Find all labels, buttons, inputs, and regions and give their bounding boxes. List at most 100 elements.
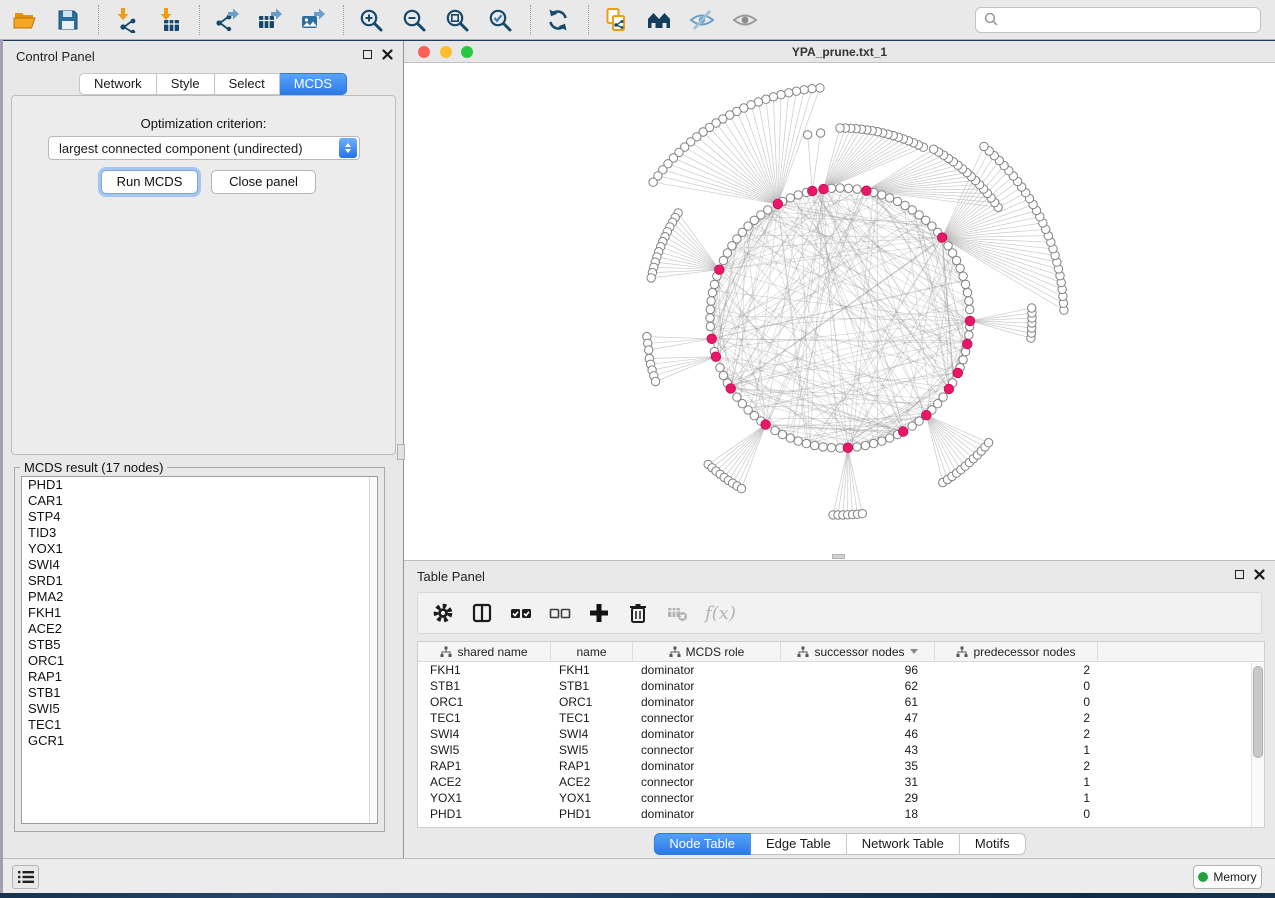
mcds-result-item[interactable]: GCR1 bbox=[22, 733, 377, 749]
network-node[interactable] bbox=[836, 124, 844, 132]
network-node[interactable] bbox=[716, 364, 724, 372]
memory-button[interactable]: Memory bbox=[1193, 865, 1262, 889]
mcds-result-item[interactable]: PHD1 bbox=[22, 477, 377, 493]
mcds-hub-node[interactable] bbox=[726, 384, 736, 394]
network-node[interactable] bbox=[893, 197, 901, 205]
table-cell[interactable]: ORC1 bbox=[551, 694, 633, 710]
zoom-selected-icon[interactable] bbox=[487, 7, 513, 33]
mcds-result-item[interactable]: PMA2 bbox=[22, 589, 377, 605]
network-node[interactable] bbox=[647, 274, 655, 282]
network-node[interactable] bbox=[1028, 304, 1036, 312]
table-cell[interactable]: 0 bbox=[935, 678, 1098, 694]
zoom-fit-icon[interactable] bbox=[444, 7, 470, 33]
table-row[interactable]: ACE2ACE2connector311 bbox=[418, 774, 1251, 790]
network-node[interactable] bbox=[963, 288, 971, 296]
mcds-hub-node[interactable] bbox=[707, 334, 717, 344]
mcds-hub-node[interactable] bbox=[773, 199, 783, 209]
show-all-icon[interactable] bbox=[732, 7, 758, 33]
column-header-mcds-role[interactable]: MCDS role bbox=[633, 642, 781, 661]
network-node[interactable] bbox=[886, 194, 894, 202]
table-cell[interactable]: 0 bbox=[935, 694, 1098, 710]
zoom-out-icon[interactable] bbox=[401, 7, 427, 33]
mcds-result-item[interactable]: YOX1 bbox=[22, 541, 377, 557]
table-cell[interactable]: 1 bbox=[935, 742, 1098, 758]
network-node[interactable] bbox=[959, 272, 967, 280]
table-settings-icon[interactable] bbox=[432, 602, 454, 624]
network-node[interactable] bbox=[792, 87, 800, 95]
zoom-in-icon[interactable] bbox=[358, 7, 384, 33]
select-all-rows-icon[interactable] bbox=[510, 602, 532, 624]
network-node[interactable] bbox=[800, 86, 808, 94]
table-cell[interactable]: connector bbox=[633, 742, 781, 758]
network-node[interactable] bbox=[785, 89, 793, 97]
table-cell[interactable]: 43 bbox=[781, 742, 935, 758]
column-header-name[interactable]: name bbox=[551, 642, 633, 661]
table-cell[interactable]: 47 bbox=[781, 710, 935, 726]
network-node[interactable] bbox=[651, 377, 659, 385]
refresh-icon[interactable] bbox=[545, 7, 571, 33]
close-panel-button[interactable]: Close panel bbox=[211, 170, 316, 194]
mcds-result-item[interactable]: FKH1 bbox=[22, 605, 377, 621]
mcds-result-item[interactable]: TID3 bbox=[22, 525, 377, 541]
table-row[interactable]: STB1STB1dominator620 bbox=[418, 678, 1251, 694]
mcds-list-scrollbar[interactable] bbox=[369, 477, 377, 823]
show-columns-icon[interactable] bbox=[471, 602, 493, 624]
hide-selected-icon[interactable] bbox=[689, 7, 715, 33]
network-node[interactable] bbox=[710, 280, 718, 288]
column-header-predecessor-nodes[interactable]: predecessor nodes bbox=[935, 642, 1098, 661]
network-node[interactable] bbox=[708, 288, 716, 296]
table-cell[interactable]: 2 bbox=[935, 662, 1098, 678]
table-cell[interactable]: dominator bbox=[633, 678, 781, 694]
network-node[interactable] bbox=[786, 194, 794, 202]
table-cell[interactable]: 1 bbox=[935, 774, 1098, 790]
network-node[interactable] bbox=[836, 184, 844, 192]
table-cell[interactable]: ACE2 bbox=[551, 774, 633, 790]
mcds-hub-node[interactable] bbox=[761, 420, 771, 430]
table-cell[interactable]: 62 bbox=[781, 678, 935, 694]
network-node[interactable] bbox=[861, 441, 869, 449]
table-row[interactable]: YOX1YOX1connector291 bbox=[418, 790, 1251, 806]
tab-select[interactable]: Select bbox=[215, 73, 280, 95]
tab-node-table[interactable]: Node Table bbox=[653, 833, 751, 855]
network-node[interactable] bbox=[966, 305, 974, 313]
table-cell[interactable]: SWI4 bbox=[418, 726, 551, 742]
table-cell[interactable]: YOX1 bbox=[418, 790, 551, 806]
network-node[interactable] bbox=[869, 439, 877, 447]
network-node[interactable] bbox=[707, 297, 715, 305]
mcds-hub-node[interactable] bbox=[965, 316, 975, 326]
network-node[interactable] bbox=[816, 129, 824, 137]
table-cell[interactable]: 2 bbox=[935, 710, 1098, 726]
network-node[interactable] bbox=[878, 191, 886, 199]
table-cell[interactable]: PHD1 bbox=[418, 806, 551, 822]
table-cell[interactable]: dominator bbox=[633, 726, 781, 742]
float-panel-icon[interactable] bbox=[363, 50, 372, 59]
table-cell[interactable]: 29 bbox=[781, 790, 935, 806]
mcds-hub-node[interactable] bbox=[819, 184, 829, 194]
mcds-result-item[interactable]: TEC1 bbox=[22, 717, 377, 733]
table-cell[interactable]: dominator bbox=[633, 806, 781, 822]
table-cell[interactable]: TEC1 bbox=[551, 710, 633, 726]
table-cell[interactable]: 2 bbox=[935, 758, 1098, 774]
network-node[interactable] bbox=[980, 142, 988, 150]
export-table-icon[interactable] bbox=[257, 7, 283, 33]
mcds-hub-node[interactable] bbox=[715, 265, 725, 275]
table-cell[interactable]: dominator bbox=[633, 758, 781, 774]
mcds-hub-node[interactable] bbox=[843, 443, 853, 453]
network-node[interactable] bbox=[819, 443, 827, 451]
tab-network-table[interactable]: Network Table bbox=[847, 833, 960, 855]
delete-column-icon[interactable] bbox=[627, 602, 649, 624]
table-cell[interactable]: ORC1 bbox=[418, 694, 551, 710]
mcds-result-item[interactable]: SWI5 bbox=[22, 701, 377, 717]
close-panel-icon[interactable] bbox=[382, 49, 393, 60]
table-cell[interactable]: 18 bbox=[781, 806, 935, 822]
table-row[interactable]: TEC1TEC1connector472 bbox=[418, 710, 1251, 726]
tab-motifs[interactable]: Motifs bbox=[960, 833, 1026, 855]
table-cell[interactable]: dominator bbox=[633, 694, 781, 710]
deselect-all-rows-icon[interactable] bbox=[549, 602, 571, 624]
network-node[interactable] bbox=[827, 444, 835, 452]
import-network-icon[interactable] bbox=[113, 7, 139, 33]
mcds-hub-node[interactable] bbox=[898, 427, 908, 437]
mcds-result-item[interactable]: RAP1 bbox=[22, 669, 377, 685]
mcds-result-item[interactable]: SWI4 bbox=[22, 557, 377, 573]
table-cell[interactable]: 1 bbox=[935, 790, 1098, 806]
